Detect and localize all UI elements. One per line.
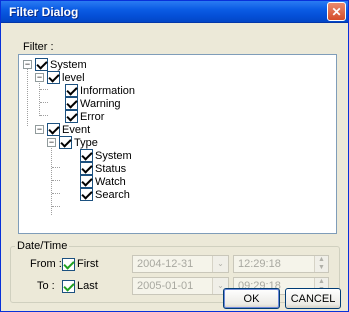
tree-node-label: System xyxy=(95,149,132,162)
filter-tree[interactable]: − System − level Information Warning Err… xyxy=(18,54,337,234)
tree-connector xyxy=(40,89,48,90)
tree-node-label: Type xyxy=(74,136,98,149)
tree-node-status[interactable]: Status xyxy=(80,162,126,175)
from-time-picker[interactable]: 12:29:18 ▲ ▼ xyxy=(233,255,329,273)
tree-node-label: Event xyxy=(62,123,91,136)
collapse-icon[interactable]: − xyxy=(35,125,44,134)
filter-dialog-window: Filter Dialog ✕ Filter : − System − leve… xyxy=(0,0,349,312)
from-row: From : First xyxy=(30,255,98,273)
watch-checkbox[interactable] xyxy=(80,175,93,188)
close-button[interactable]: ✕ xyxy=(327,2,346,21)
tree-connector xyxy=(40,115,48,116)
collapse-icon[interactable]: − xyxy=(47,138,56,147)
last-checkbox[interactable] xyxy=(62,279,75,293)
tree-node-label: System xyxy=(50,58,87,71)
ok-button[interactable]: OK xyxy=(223,288,280,309)
tree-node-label: Error xyxy=(80,110,105,123)
close-icon: ✕ xyxy=(331,4,342,19)
from-date-value: 2004-12-31 xyxy=(137,258,194,270)
tree-connector xyxy=(40,102,48,103)
status-checkbox[interactable] xyxy=(80,162,93,175)
search-checkbox[interactable] xyxy=(80,188,93,201)
datetime-group-label: Date/Time xyxy=(15,240,70,252)
tree-node-error[interactable]: Error xyxy=(65,110,104,123)
tree-node-information[interactable]: Information xyxy=(65,84,135,97)
tree-node-system[interactable]: − System xyxy=(23,58,87,71)
information-checkbox[interactable] xyxy=(65,84,78,97)
type-system-checkbox[interactable] xyxy=(80,149,93,162)
tree-node-label: Search xyxy=(95,188,130,201)
tree-node-label: Information xyxy=(80,84,136,97)
tree-node-type-system[interactable]: System xyxy=(80,149,132,162)
tree-node-search[interactable]: Search xyxy=(80,188,130,201)
chevron-down-icon[interactable]: ⌄ xyxy=(212,256,228,272)
collapse-icon[interactable]: − xyxy=(35,73,44,82)
tree-connector xyxy=(52,206,60,207)
tree-connector xyxy=(27,68,28,126)
to-date-value: 2005-01-01 xyxy=(137,280,194,292)
from-label: From : xyxy=(30,258,62,270)
tree-node-level[interactable]: − level xyxy=(35,71,85,84)
cancel-button-label: CANCEL xyxy=(290,292,336,305)
ok-button-label: OK xyxy=(243,292,260,305)
tree-node-label: Watch xyxy=(95,175,126,188)
collapse-icon[interactable]: − xyxy=(23,60,32,69)
first-checkbox[interactable] xyxy=(62,257,75,271)
tree-node-label: level xyxy=(62,71,85,84)
tree-connector xyxy=(52,180,60,181)
cancel-button[interactable]: CANCEL xyxy=(285,288,341,309)
from-date-picker[interactable]: 2004-12-31 ⌄ xyxy=(132,255,229,273)
filter-label: Filter : xyxy=(23,41,54,53)
from-time-value: 12:29:18 xyxy=(238,258,281,270)
level-checkbox[interactable] xyxy=(47,71,60,84)
tree-node-type[interactable]: − Type xyxy=(47,136,98,149)
to-label: To : xyxy=(37,280,55,292)
error-checkbox[interactable] xyxy=(65,110,78,123)
tree-node-label: Warning xyxy=(80,97,121,110)
last-checkbox-label: Last xyxy=(77,280,98,292)
tree-node-watch[interactable]: Watch xyxy=(80,175,126,188)
spin-arrows-icon[interactable]: ▲▼ xyxy=(314,256,328,272)
window-title: Filter Dialog xyxy=(9,5,79,19)
title-bar[interactable]: Filter Dialog ✕ xyxy=(1,1,348,23)
tree-connector xyxy=(52,167,60,168)
event-checkbox[interactable] xyxy=(47,123,60,136)
to-row: To : Last xyxy=(37,277,98,295)
system-checkbox[interactable] xyxy=(35,58,48,71)
first-checkbox-label: First xyxy=(77,258,99,270)
tree-connector xyxy=(51,141,52,215)
tree-node-label: Status xyxy=(95,162,127,175)
tree-node-event[interactable]: − Event xyxy=(35,123,90,136)
to-date-picker[interactable]: 2005-01-01 ⌄ xyxy=(132,277,229,295)
tree-node-warning[interactable]: Warning xyxy=(65,97,121,110)
warning-checkbox[interactable] xyxy=(65,97,78,110)
type-checkbox[interactable] xyxy=(59,136,72,149)
tree-connector xyxy=(52,193,60,194)
